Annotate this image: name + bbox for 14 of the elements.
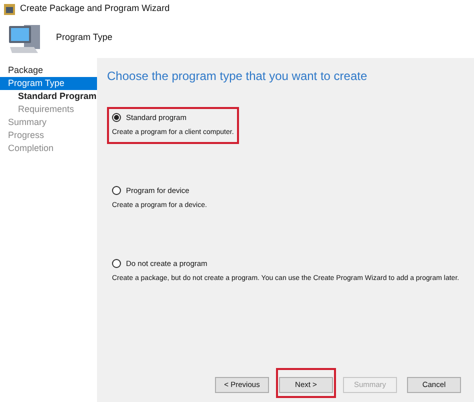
- wizard-step: Package: [0, 64, 97, 77]
- wizard-step: Requirements: [0, 103, 97, 116]
- computer-icon: [8, 22, 42, 54]
- radio-button[interactable]: [112, 258, 121, 268]
- wizard-step: Summary: [0, 116, 97, 129]
- radio-button[interactable]: [112, 113, 121, 122]
- wizard-step: Progress: [0, 129, 97, 142]
- radio-button[interactable]: [112, 186, 121, 195]
- wizard-step: Completion: [0, 142, 97, 155]
- header-title: Program Type: [56, 31, 112, 44]
- wizard-step: Standard Program: [0, 90, 97, 103]
- window-title: Create Package and Program Wizard: [20, 2, 170, 16]
- page-heading: Choose the program type that you want to create: [107, 68, 368, 85]
- wizard-step: Program Type: [0, 77, 97, 90]
